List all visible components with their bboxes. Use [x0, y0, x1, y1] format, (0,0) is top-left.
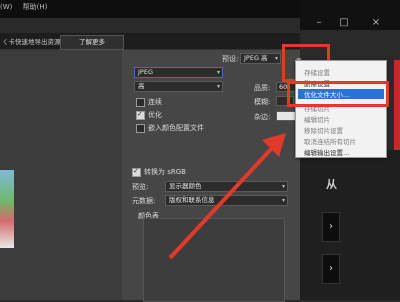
arrow-line — [168, 146, 274, 260]
annotation-arrow — [168, 133, 286, 260]
